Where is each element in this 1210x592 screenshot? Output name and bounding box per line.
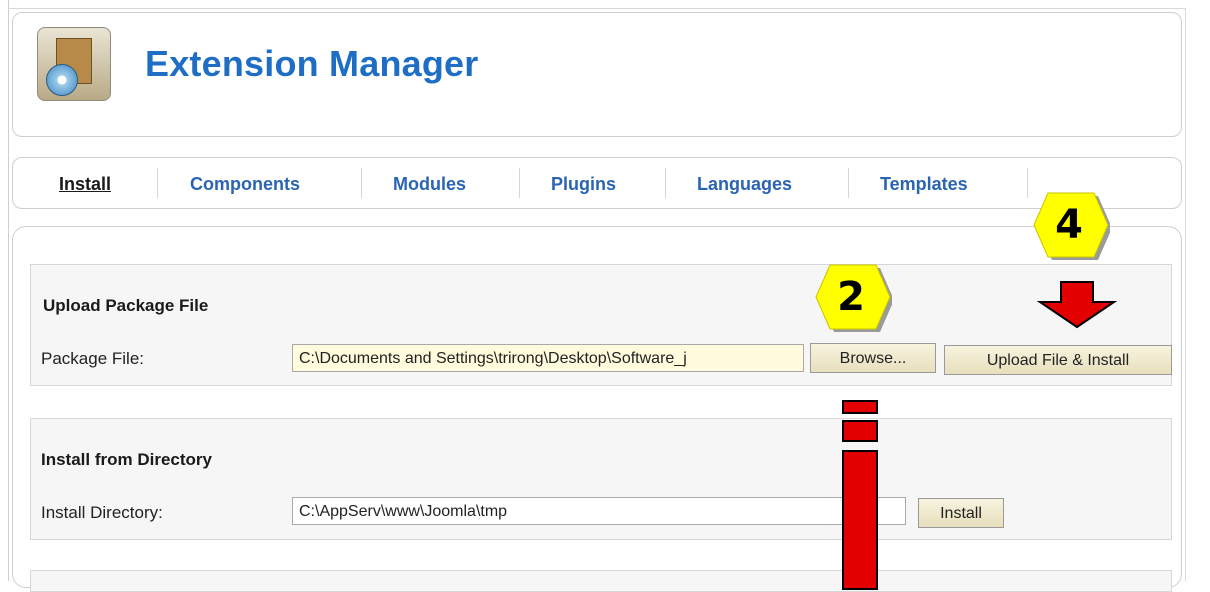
- install-directory-input[interactable]: C:\AppServ\www\Joomla\tmp: [292, 497, 906, 525]
- tab-separator: [361, 168, 362, 198]
- page-title: Extension Manager: [145, 43, 479, 84]
- page-border-top: [8, 8, 1186, 9]
- step-2-number: 2: [837, 274, 865, 320]
- tab-plugins[interactable]: Plugins: [551, 174, 616, 195]
- arrow-tail-segment: [842, 400, 878, 414]
- tab-separator: [519, 168, 520, 198]
- tab-languages[interactable]: Languages: [697, 174, 792, 195]
- next-fieldset: [30, 570, 1172, 592]
- page-border-left: [8, 0, 9, 581]
- tab-separator: [848, 168, 849, 198]
- step-4-number: 4: [1055, 202, 1083, 248]
- tab-bar: Install Components Modules Plugins Langu…: [12, 157, 1182, 209]
- arrow-tail-segment: [842, 450, 878, 590]
- install-directory-legend: Install from Directory: [41, 450, 212, 469]
- extension-manager-icon: [37, 27, 111, 101]
- tab-separator: [665, 168, 666, 198]
- tab-modules[interactable]: Modules: [393, 174, 466, 195]
- down-arrow-icon: [1036, 281, 1118, 329]
- upload-file-install-button[interactable]: Upload File & Install: [944, 345, 1172, 375]
- tab-components[interactable]: Components: [190, 174, 300, 195]
- upload-package-legend: Upload Package File: [43, 296, 209, 315]
- arrow-tail-segment: [842, 420, 878, 442]
- install-directory-button[interactable]: Install: [918, 498, 1004, 528]
- install-directory-label: Install Directory:: [41, 503, 163, 522]
- tab-templates[interactable]: Templates: [880, 174, 968, 195]
- tab-install[interactable]: Install: [59, 174, 111, 195]
- step-4-badge: 4: [1028, 190, 1110, 260]
- page-border-right: [1185, 8, 1186, 581]
- package-file-input[interactable]: C:\Documents and Settings\trirong\Deskto…: [292, 344, 804, 372]
- browse-button[interactable]: Browse...: [810, 343, 936, 373]
- header-panel: Extension Manager: [12, 12, 1182, 137]
- package-file-label: Package File:: [41, 349, 144, 368]
- step-2-badge: 2: [810, 262, 892, 332]
- tab-separator: [157, 168, 158, 198]
